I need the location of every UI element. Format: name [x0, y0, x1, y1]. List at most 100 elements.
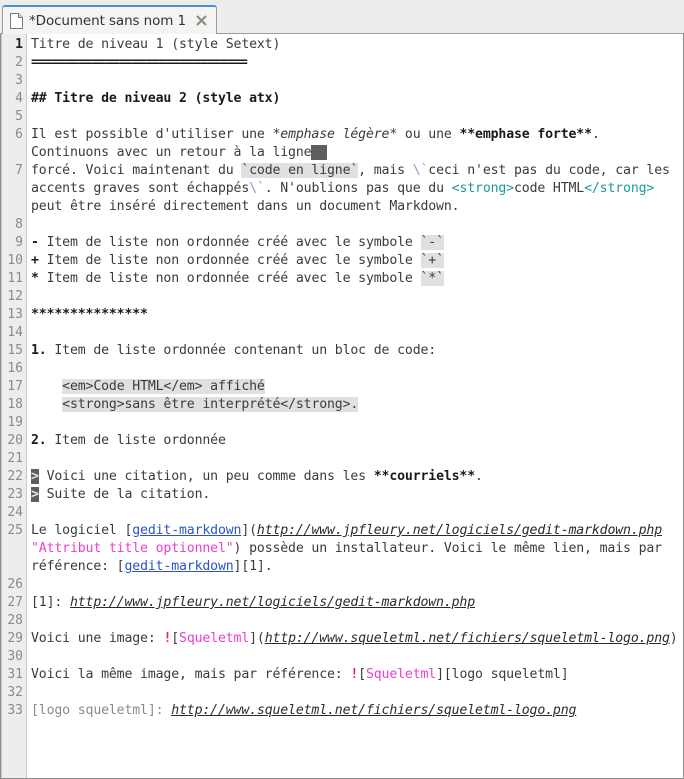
- code-line[interactable]: ================================: [31, 54, 683, 72]
- code-line[interactable]: Il est possible d'utiliser une *emphase …: [31, 126, 683, 162]
- line-number: 30: [7, 649, 23, 664]
- close-icon[interactable]: [194, 14, 208, 28]
- token-plain: . N'oublions pas que du: [264, 181, 452, 196]
- line-number: 18: [7, 397, 23, 412]
- line-number: 31: [7, 667, 23, 682]
- line-number: 6: [15, 127, 23, 142]
- code-line[interactable]: Titre de niveau 1 (style Setext): [31, 36, 683, 54]
- token-plain: ](: [241, 523, 257, 538]
- code-line[interactable]: 2. Item de liste ordonnée: [31, 432, 683, 450]
- code-line[interactable]: ***************: [31, 306, 683, 324]
- code-line[interactable]: [31, 450, 683, 468]
- code-line[interactable]: [31, 288, 683, 306]
- tab-document-sans-nom-1[interactable]: *Document sans nom 1: [2, 5, 218, 34]
- token-plain: .: [475, 469, 483, 484]
- code-line[interactable]: [31, 108, 683, 126]
- code-line[interactable]: [31, 414, 683, 432]
- line-number: 19: [7, 415, 23, 430]
- code-line[interactable]: * Item de liste non ordonnée créé avec l…: [31, 270, 683, 288]
- code-line[interactable]: 1. Item de liste ordonnée contenant un b…: [31, 342, 683, 360]
- token-plain: ](: [249, 631, 265, 646]
- line-number: 4: [15, 91, 23, 106]
- token-linktext: gedit-markdown: [132, 523, 242, 538]
- token-ws: [311, 145, 328, 160]
- code-line[interactable]: + Item de liste non ordonnée créé avec l…: [31, 252, 683, 270]
- line-number: [1, 540, 26, 558]
- code-line[interactable]: [31, 648, 683, 666]
- token-plain: ][logo squeletml]: [436, 667, 569, 682]
- document-icon: [10, 12, 23, 29]
- token-url: http://www.squeletml.net/fichiers/squele…: [171, 703, 577, 718]
- code-line[interactable]: [31, 216, 683, 234]
- line-number: [1, 558, 26, 576]
- line-number: 9: [15, 235, 23, 250]
- token-codeblock: <strong>sans être interprété</strong>.: [62, 397, 359, 412]
- code-line[interactable]: [31, 612, 683, 630]
- code-line[interactable]: [31, 504, 683, 522]
- token-alt: Squeletml: [365, 667, 437, 682]
- token-b: **courriels**: [373, 469, 476, 484]
- token-quote: >: [31, 487, 39, 502]
- token-url: http://www.squeletml.net/fichiers/squele…: [264, 631, 670, 646]
- token-plain: forcé. Voici maintenant du: [31, 163, 242, 178]
- code-line[interactable]: > Suite de la citation.: [31, 486, 683, 504]
- line-number: 2: [15, 55, 23, 70]
- token-plain: Il est possible d'utiliser une: [31, 127, 273, 142]
- code-line[interactable]: [31, 576, 683, 594]
- line-number: 32: [7, 685, 23, 700]
- token-i: *emphase légère*: [272, 127, 398, 142]
- tab-title: *Document sans nom 1: [29, 12, 187, 29]
- token-plain: code HTML: [513, 181, 585, 196]
- line-number: 24: [7, 505, 23, 520]
- token-plain: ): [669, 631, 678, 646]
- code-line[interactable]: Voici la même image, mais par référence:…: [31, 666, 683, 684]
- token-tag: <strong>: [451, 181, 514, 196]
- code-line[interactable]: <strong>sans être interprété</strong>.: [31, 396, 683, 414]
- tab-bar: *Document sans nom 1: [0, 0, 684, 34]
- token-plain: Voici une image:: [31, 631, 164, 646]
- code-line[interactable]: Voici une image: ![Squeletml](http://www…: [31, 630, 683, 648]
- line-number: 23: [7, 487, 23, 502]
- code-area[interactable]: Titre de niveau 1 (style Setext) ========…: [27, 34, 683, 778]
- line-number: 16: [7, 361, 23, 376]
- token-plain: ou une: [397, 127, 460, 142]
- token-olmark: 2.: [31, 433, 55, 448]
- text-editor[interactable]: 123456 7 8 9 10 11 12 13 14 15 16 17 18 19 20 21 22 23 2…: [0, 34, 684, 779]
- token-tag: </strong>: [584, 181, 655, 196]
- line-number: 33: [7, 703, 23, 718]
- token-plain: Le logiciel [: [31, 523, 133, 538]
- code-line[interactable]: - Item de liste non ordonnée créé avec l…: [31, 234, 683, 252]
- token-setext: ================================: [31, 55, 248, 70]
- token-plain: Voici une citation, un peu comme dans le…: [38, 469, 374, 484]
- code-line[interactable]: [1]: http://www.jpfleury.net/logiciels/g…: [31, 594, 683, 612]
- token-codespan: `code en ligne`: [241, 163, 359, 178]
- code-line[interactable]: [31, 72, 683, 90]
- code-line[interactable]: ## Titre de niveau 2 (style atx): [31, 90, 683, 108]
- token-ulmark: *: [31, 271, 47, 286]
- code-line[interactable]: [31, 324, 683, 342]
- code-line[interactable]: [logo squeletml]: http://www.squeletml.n…: [31, 702, 683, 720]
- token-codespan: `*`: [420, 271, 444, 286]
- line-number: 10: [7, 253, 23, 268]
- line-number: 3: [15, 73, 23, 88]
- line-number: 12: [7, 289, 23, 304]
- code-line[interactable]: > Voici une citation, un peu comme dans …: [31, 468, 683, 486]
- line-number: 22: [7, 469, 23, 484]
- token-codespan: `-`: [420, 235, 444, 250]
- line-number: 8: [15, 217, 23, 232]
- token-plain: Item de liste non ordonnée créé avec le …: [46, 235, 421, 250]
- code-line[interactable]: forcé. Voici maintenant du `code en lign…: [31, 162, 683, 216]
- token-alt: Squeletml: [179, 631, 250, 646]
- token-bang: !: [350, 667, 359, 682]
- token-olmark: 1.: [31, 343, 55, 358]
- token-ref: [logo squeletml]:: [31, 703, 172, 718]
- code-line[interactable]: [31, 684, 683, 702]
- code-line[interactable]: <em>Code HTML</em> affiché: [31, 378, 683, 396]
- token-plain: Item de liste non ordonnée créé avec le …: [46, 253, 421, 268]
- token-plain: Item de liste non ordonnée créé avec le …: [46, 271, 421, 286]
- code-line[interactable]: [31, 360, 683, 378]
- code-line[interactable]: Le logiciel [gedit-markdown](http://www.…: [31, 522, 683, 576]
- line-number: 29: [7, 631, 23, 646]
